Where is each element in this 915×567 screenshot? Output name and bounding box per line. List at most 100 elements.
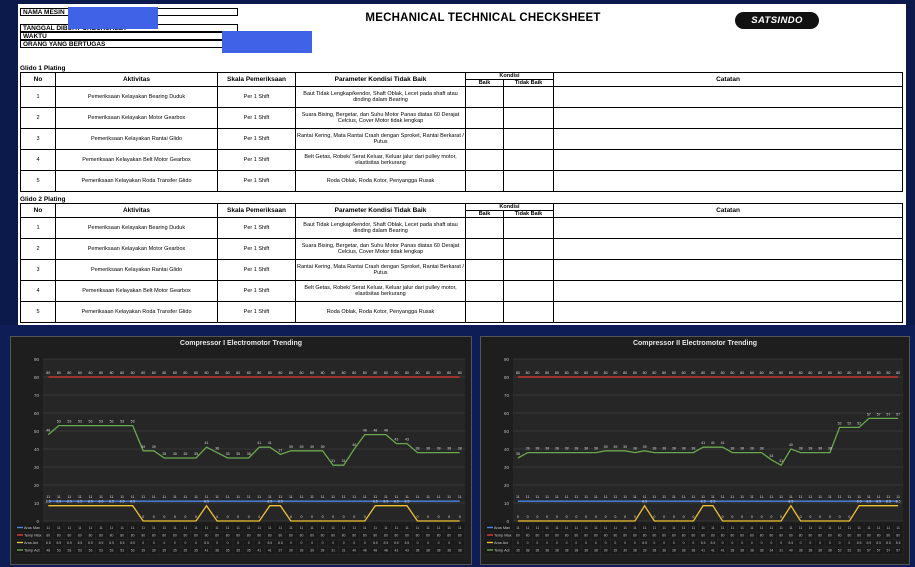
data-label: 80 xyxy=(779,371,783,375)
data-label: 39 xyxy=(613,445,617,449)
data-label: 80 xyxy=(847,371,851,375)
data-table-cell: 11 xyxy=(516,526,520,530)
data-label: 0 xyxy=(300,515,302,519)
data-table-cell: 80 xyxy=(652,534,656,538)
catatan-cell xyxy=(553,149,904,171)
data-table-cell: 38 xyxy=(808,549,812,553)
data-label: 80 xyxy=(99,371,103,375)
data-label: 11 xyxy=(887,495,891,499)
data-label: 0 xyxy=(848,515,850,519)
data-table-cell: 80 xyxy=(236,534,240,538)
data-table-cell: 11 xyxy=(867,526,871,530)
data-label: 38 xyxy=(730,447,734,451)
data-label: 80 xyxy=(799,371,803,375)
data-label: 0 xyxy=(731,515,733,519)
data-table-cell: 80 xyxy=(721,534,725,538)
data-table-cell: 11 xyxy=(57,526,61,530)
header-catatan: Catatan xyxy=(553,203,904,218)
data-label: 43 xyxy=(405,438,409,442)
data-table-cell: 11 xyxy=(614,526,618,530)
data-table-cell: 48 xyxy=(46,549,50,553)
data-label: 80 xyxy=(662,371,666,375)
data-label: 39 xyxy=(643,445,647,449)
data-label: 11 xyxy=(363,495,367,499)
data-label: 0 xyxy=(353,515,355,519)
satsindo-logo: SATSINDO xyxy=(735,12,819,29)
data-label: 40 xyxy=(352,443,356,447)
data-label: 80 xyxy=(613,371,617,375)
catatan-cell xyxy=(553,170,904,192)
data-label: 80 xyxy=(711,371,715,375)
data-table-cell: 11 xyxy=(184,526,188,530)
data-label: 8.5 xyxy=(788,500,793,504)
data-label: 11 xyxy=(740,495,744,499)
data-table-cell: 11 xyxy=(300,526,304,530)
data-label: 39 xyxy=(604,445,608,449)
data-label: 38 xyxy=(526,447,530,451)
row-no: 1 xyxy=(20,217,56,239)
catatan-cell xyxy=(553,107,904,129)
data-table-cell: 0 xyxy=(163,541,165,545)
data-table-cell: 38 xyxy=(682,549,686,553)
table-row: 5 Pemeriksaan Kelayakan Roda Transfer Gli… xyxy=(20,301,904,323)
data-label: 8.5 xyxy=(876,500,881,504)
data-table-cell: 0 xyxy=(809,541,811,545)
data-label: 38 xyxy=(594,447,598,451)
data-label: 38 xyxy=(545,447,549,451)
data-label: 80 xyxy=(205,371,209,375)
data-table-cell: 11 xyxy=(653,526,657,530)
data-label: 53 xyxy=(88,420,92,424)
data-label: 57 xyxy=(886,412,890,416)
data-table-cell: 11 xyxy=(536,526,540,530)
data-table-cell: 38 xyxy=(565,549,569,553)
data-label: 80 xyxy=(352,371,356,375)
data-table-cell: 57 xyxy=(867,549,871,553)
data-label: 80 xyxy=(877,371,881,375)
data-table-cell: 11 xyxy=(352,526,356,530)
kondisi-baik-cell xyxy=(465,238,504,260)
data-label: 11 xyxy=(818,495,822,499)
kondisi-baik-cell xyxy=(465,217,504,239)
data-table-cell: 11 xyxy=(662,526,666,530)
data-label: 0 xyxy=(184,515,186,519)
data-table-cell: 80 xyxy=(779,534,783,538)
data-table-cell: 80 xyxy=(194,534,198,538)
info-label-orang: ORANG YANG BERTUGAS xyxy=(20,40,238,48)
data-table-cell: 8.5 xyxy=(876,541,881,545)
data-label: 31 xyxy=(779,459,783,463)
data-label: 80 xyxy=(730,371,734,375)
data-label: 38 xyxy=(416,447,420,451)
row-aktivitas: Pemeriksaan Kelayakan Motor Gearbox xyxy=(55,238,218,260)
data-table-cell: 8.5 xyxy=(109,541,114,545)
data-label: 0 xyxy=(142,515,144,519)
data-label: 11 xyxy=(184,495,188,499)
data-table-cell: 11 xyxy=(405,526,409,530)
data-label: 11 xyxy=(331,495,335,499)
data-label: 38 xyxy=(535,447,539,451)
data-label: 80 xyxy=(437,371,441,375)
data-label: 11 xyxy=(152,495,156,499)
kondisi-baik-cell xyxy=(465,107,504,129)
data-label: 80 xyxy=(110,371,114,375)
data-table-cell: 11 xyxy=(416,526,420,530)
data-table-cell: 80 xyxy=(789,534,793,538)
data-table-cell: 53 xyxy=(99,549,103,553)
data-label: 57 xyxy=(867,412,871,416)
data-table-cell: 80 xyxy=(131,534,135,538)
data-table-cell: 8.5 xyxy=(99,541,104,545)
data-table-cell: 0 xyxy=(575,541,577,545)
data-table-cell: 52 xyxy=(857,549,861,553)
data-label: 35 xyxy=(236,452,240,456)
table-header-row: No Aktivitas Skala Pemeriksaan Parameter Ko… xyxy=(20,72,904,87)
row-skala: Per 1 Shift xyxy=(217,301,296,323)
data-label: 57 xyxy=(896,412,900,416)
data-table-cell: 80 xyxy=(643,534,647,538)
data-label: 53 xyxy=(120,420,124,424)
data-table-cell: 35 xyxy=(173,549,177,553)
data-label: 38 xyxy=(818,447,822,451)
data-table-cell: 8.5 xyxy=(394,541,399,545)
data-label: 38 xyxy=(584,447,588,451)
y-tick-label: 10 xyxy=(34,501,40,506)
kondisi-baik-cell xyxy=(465,259,504,281)
header-parameter: Parameter Kondisi Tidak Baik xyxy=(295,203,466,218)
